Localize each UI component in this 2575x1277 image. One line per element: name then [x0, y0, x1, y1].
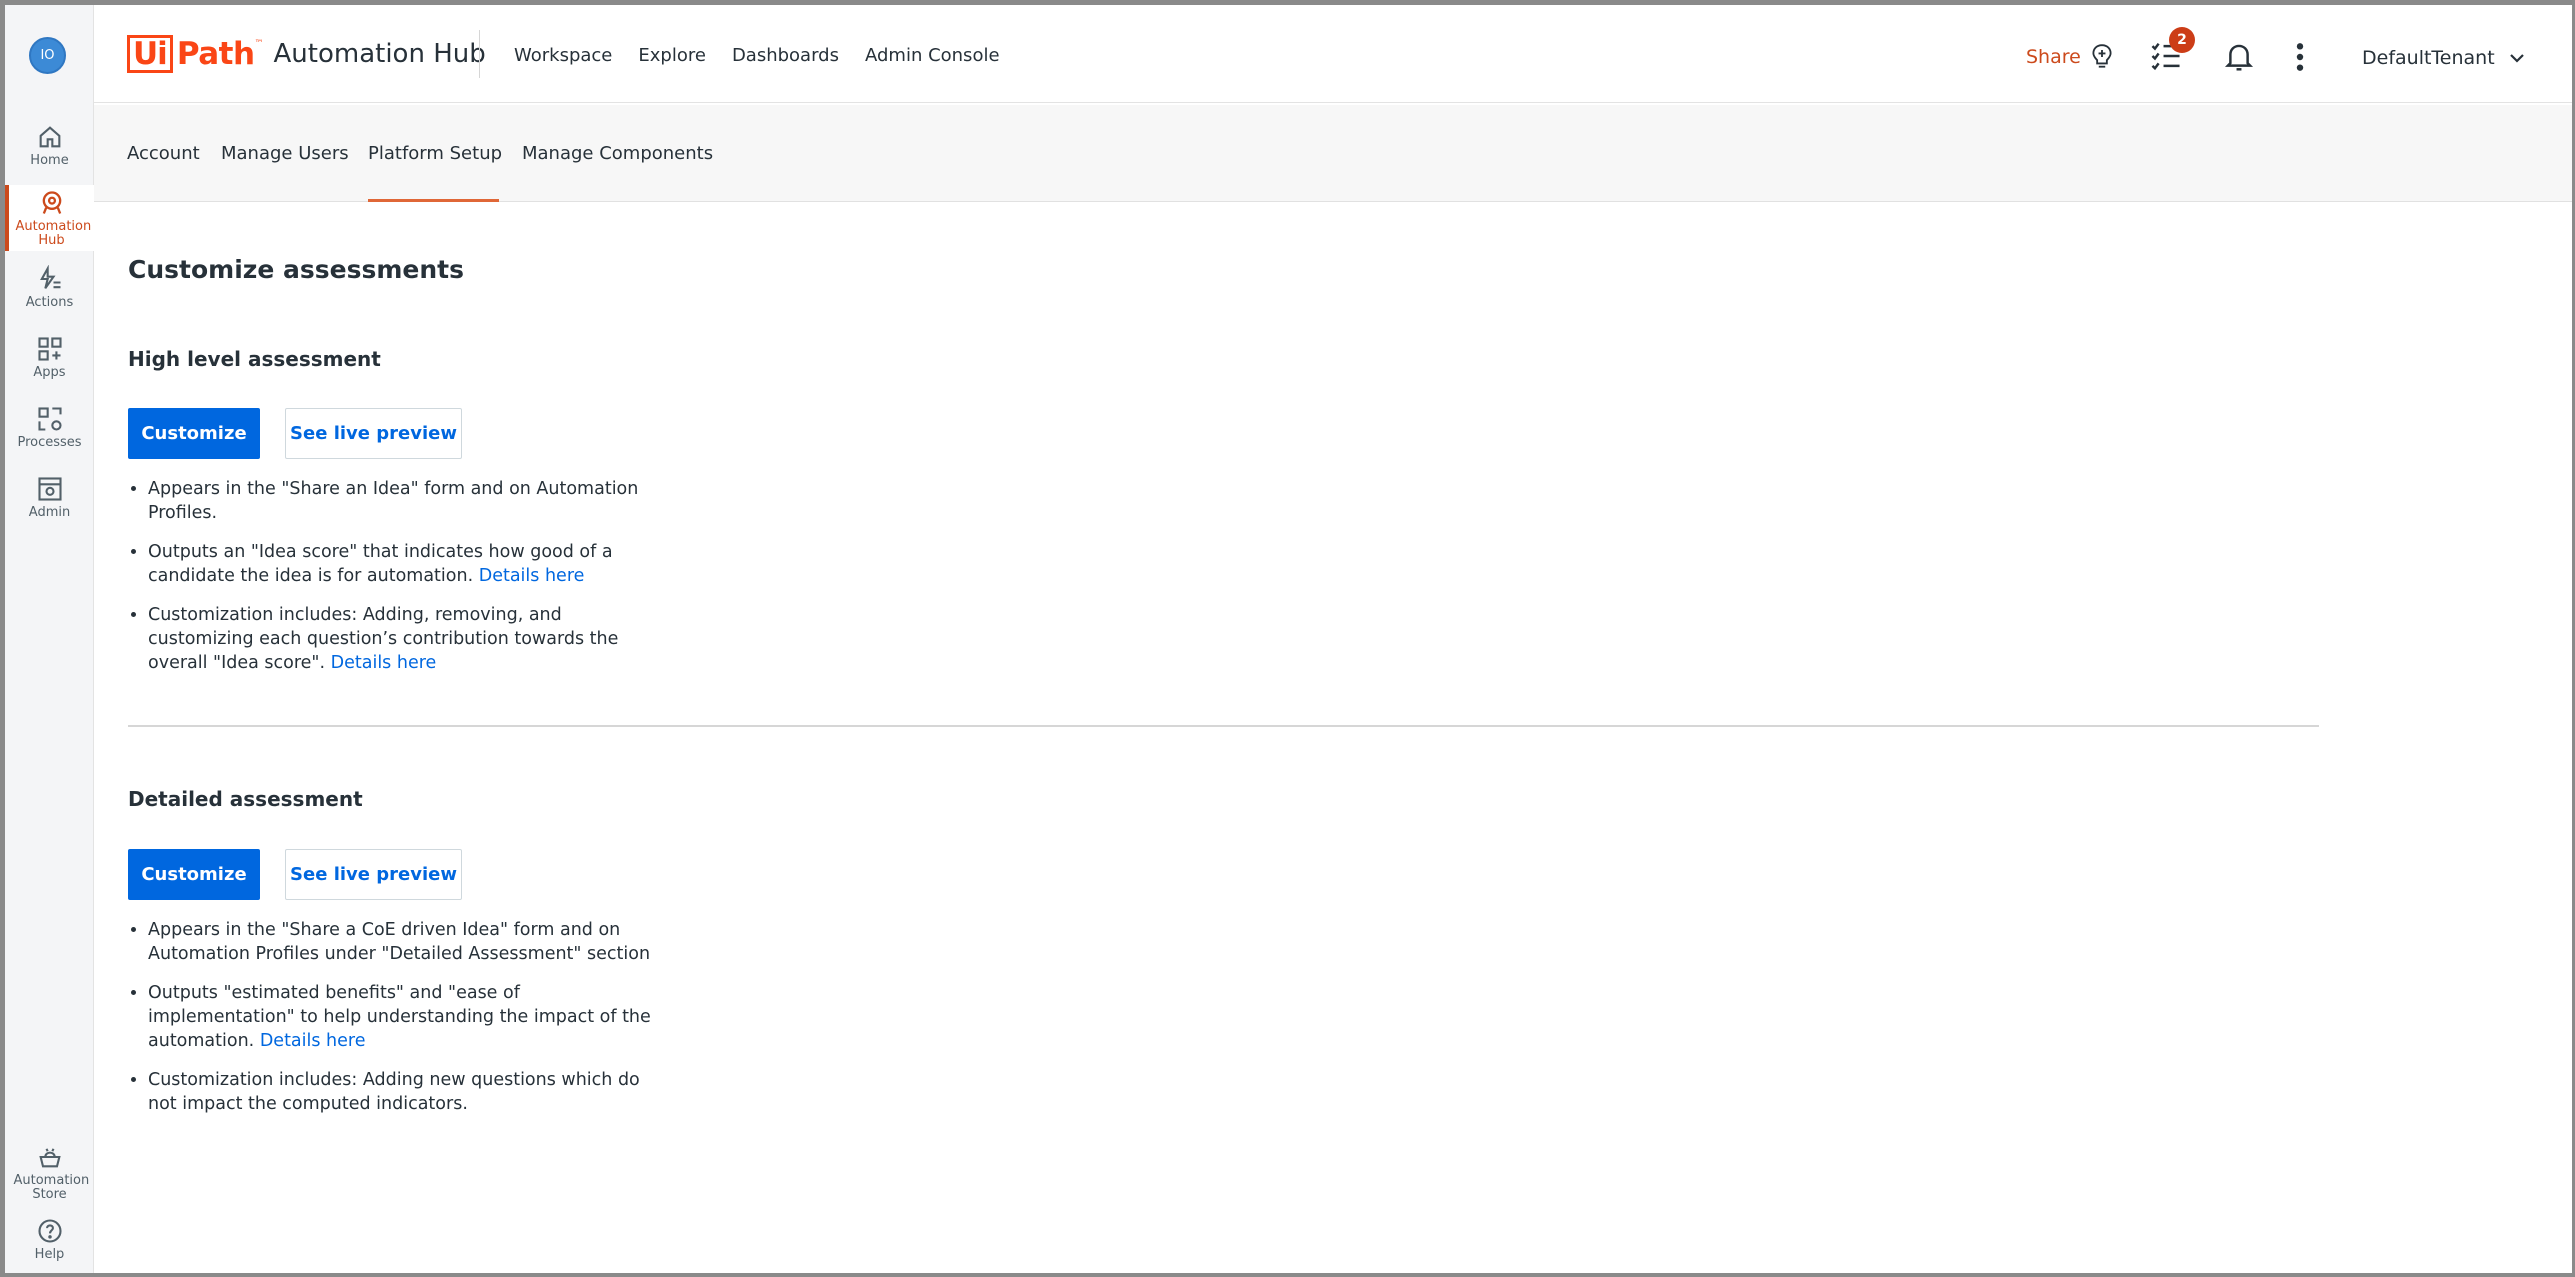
nav-explore[interactable]: Explore [638, 45, 706, 66]
high-level-live-preview-button[interactable]: See live preview [285, 408, 462, 459]
admin-icon [37, 477, 62, 501]
list-item: Appears in the "Share an Idea" form and … [148, 477, 668, 525]
rail-item-admin[interactable]: Admin [5, 475, 94, 520]
rail-label-help: Help [34, 1247, 65, 1262]
rail-item-automation-hub[interactable]: Automation Hub [5, 185, 94, 251]
rail-label-apps: Apps [33, 365, 66, 380]
list-item: Outputs "estimated benefits" and "ease o… [148, 981, 668, 1053]
high-level-bullet-1: Appears in the "Share an Idea" form and … [148, 479, 639, 523]
logo-path: Path [176, 36, 255, 72]
high-level-assessment-title: High level assessment [128, 347, 381, 371]
user-avatar[interactable]: IO [29, 37, 66, 74]
active-tab-indicator [368, 199, 499, 202]
notifications-bell-icon[interactable] [2224, 41, 2254, 73]
detailed-description-list: Appears in the "Share a CoE driven Idea"… [148, 918, 668, 1131]
home-icon [39, 126, 60, 148]
share-idea-button[interactable]: Share [2026, 43, 2115, 71]
tasks-count: 2 [2177, 32, 2187, 48]
detailed-live-preview-button[interactable]: See live preview [285, 849, 462, 900]
tasks-count-badge: 2 [2169, 27, 2195, 53]
detailed-bullet-2: Outputs "estimated benefits" and "ease o… [148, 983, 651, 1051]
tab-manage-components[interactable]: Manage Components [522, 143, 713, 164]
share-label: Share [2026, 46, 2081, 68]
logo-ui: Ui [127, 35, 173, 73]
tenant-selector[interactable]: DefaultTenant [2362, 47, 2525, 69]
tab-account[interactable]: Account [127, 143, 200, 164]
high-level-description-list: Appears in the "Share an Idea" form and … [148, 477, 668, 690]
list-item: Outputs an "Idea score" that indicates h… [148, 540, 668, 588]
detailed-benefits-details-link[interactable]: Details here [260, 1031, 366, 1051]
tenant-name: DefaultTenant [2362, 47, 2495, 69]
tab-manage-users[interactable]: Manage Users [221, 143, 349, 164]
automation-store-icon [38, 1148, 61, 1168]
processes-icon [37, 407, 62, 431]
chevron-down-icon [2509, 54, 2524, 63]
rail-label-automation-hub: Automation Hub [15, 219, 92, 248]
logo-trademark: ™ [254, 39, 264, 49]
actions-icon [39, 265, 60, 289]
rail-item-help[interactable]: Help [5, 1217, 94, 1262]
product-name: Automation Hub [273, 39, 486, 69]
more-options-icon[interactable] [2294, 41, 2306, 73]
automation-hub-icon [42, 191, 61, 214]
rail-label-automation-store: Automation Store [13, 1173, 90, 1202]
top-header: Ui Path ™ Automation Hub Workspace Explo… [94, 5, 2572, 103]
rail-item-automation-store[interactable]: Automation Store [5, 1143, 94, 1202]
rail-label-processes: Processes [17, 435, 82, 450]
rail-item-home[interactable]: Home [5, 123, 94, 168]
rail-label-home: Home [30, 153, 69, 168]
nav-admin-console[interactable]: Admin Console [865, 45, 1000, 66]
list-item: Appears in the "Share a CoE driven Idea"… [148, 918, 668, 966]
rail-item-apps[interactable]: Apps [5, 335, 94, 380]
nav-workspace[interactable]: Workspace [514, 45, 612, 66]
high-level-customize-button[interactable]: Customize [128, 408, 260, 459]
nav-dashboards[interactable]: Dashboards [732, 45, 839, 66]
help-icon [37, 1219, 62, 1243]
rail-item-actions[interactable]: Actions [5, 265, 94, 310]
section-divider [128, 725, 2319, 727]
detailed-customize-button[interactable]: Customize [128, 849, 260, 900]
detailed-bullet-1: Appears in the "Share a CoE driven Idea"… [148, 920, 651, 964]
lightbulb-plus-icon [2092, 44, 2112, 68]
list-item: Customization includes: Adding, removing… [148, 603, 668, 675]
page-title: Customize assessments [128, 255, 464, 284]
detailed-bullet-3: Customization includes: Adding new quest… [148, 1070, 640, 1114]
rail-label-admin: Admin [28, 505, 71, 520]
apps-icon [37, 337, 62, 361]
high-level-score-details-link[interactable]: Details here [479, 566, 585, 586]
admin-console-tabs: Account Manage Users Platform Setup Mana… [94, 105, 2572, 202]
top-nav: Workspace Explore Dashboards Admin Conso… [514, 45, 1000, 66]
tab-platform-setup[interactable]: Platform Setup [368, 143, 502, 164]
app-window: IO Home Automation Hub Actions Apps Proc… [0, 0, 2575, 1277]
high-level-customization-details-link[interactable]: Details here [331, 653, 437, 673]
rail-item-processes[interactable]: Processes [5, 405, 94, 450]
header-divider [479, 30, 480, 78]
rail-label-actions: Actions [25, 295, 74, 310]
detailed-assessment-title: Detailed assessment [128, 787, 363, 811]
list-item: Customization includes: Adding new quest… [148, 1068, 668, 1116]
user-initials: IO [40, 48, 55, 63]
left-rail: IO Home Automation Hub Actions Apps Proc… [5, 5, 94, 1273]
uipath-logo[interactable]: Ui Path ™ Automation Hub [127, 35, 486, 73]
